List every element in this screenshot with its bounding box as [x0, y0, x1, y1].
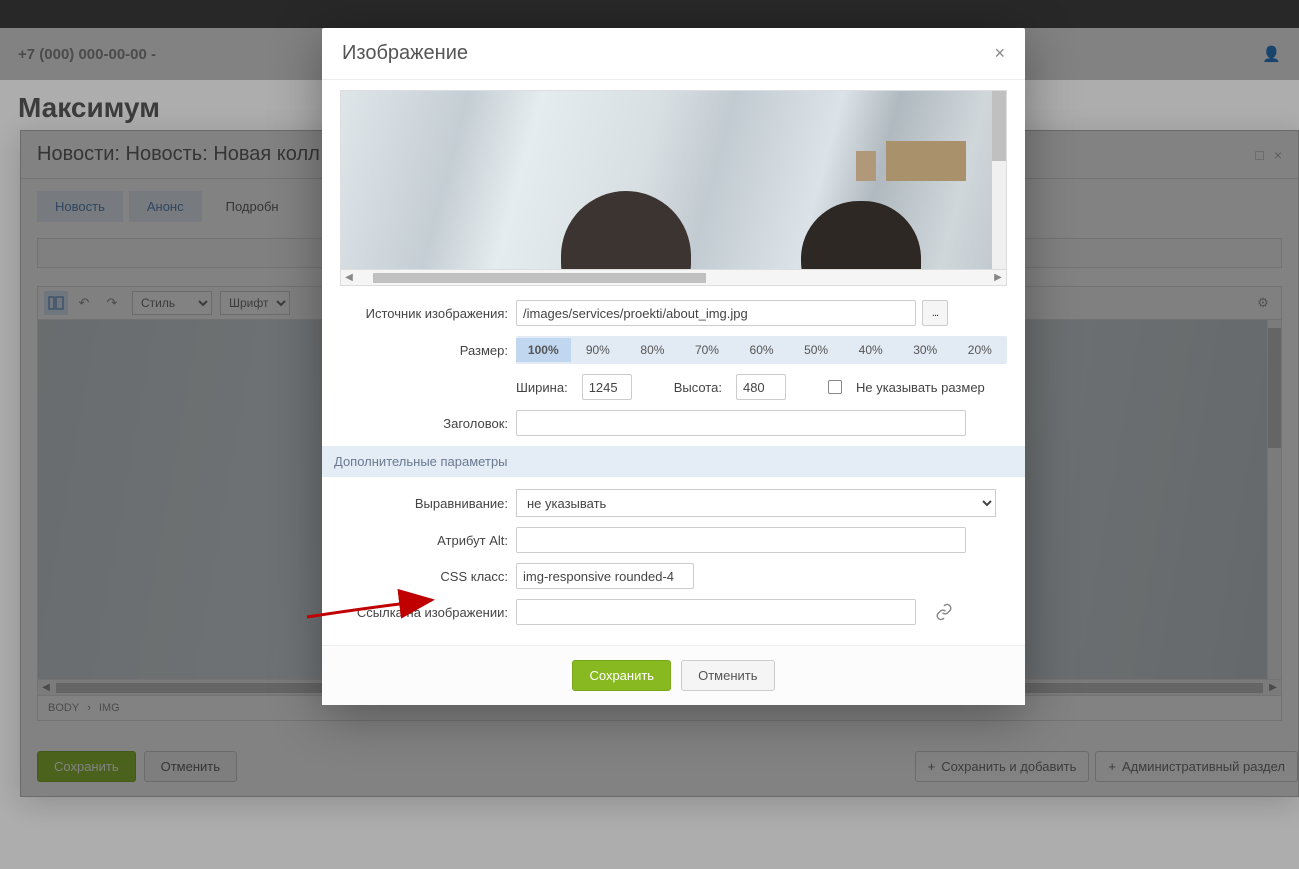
- align-select[interactable]: не указывать: [516, 489, 996, 517]
- dialog-save-button[interactable]: Сохранить: [572, 660, 671, 691]
- size-100[interactable]: 100%: [516, 338, 571, 362]
- dialog-cancel-button[interactable]: Отменить: [681, 660, 774, 691]
- size-label: Размер:: [340, 343, 516, 358]
- alt-input[interactable]: [516, 527, 966, 553]
- width-input[interactable]: [582, 374, 632, 400]
- css-label: CSS класс:: [340, 569, 516, 584]
- align-label: Выравнивание:: [340, 496, 516, 511]
- height-label: Высота:: [674, 380, 722, 395]
- dialog-form: Источник изображения: ... Размер: 100% 9…: [322, 286, 1025, 645]
- link-input[interactable]: [516, 599, 916, 625]
- size-40[interactable]: 40%: [843, 338, 898, 362]
- size-60[interactable]: 60%: [734, 338, 789, 362]
- source-input[interactable]: [516, 300, 916, 326]
- browse-button[interactable]: ...: [922, 300, 948, 326]
- size-50[interactable]: 50%: [789, 338, 844, 362]
- size-30[interactable]: 30%: [898, 338, 953, 362]
- dialog-footer: Сохранить Отменить: [322, 645, 1025, 705]
- source-label: Источник изображения:: [340, 306, 516, 321]
- close-icon[interactable]: ×: [994, 43, 1005, 64]
- size-70[interactable]: 70%: [680, 338, 735, 362]
- image-preview: [340, 90, 1007, 270]
- dialog-header: Изображение ×: [322, 28, 1025, 80]
- height-input[interactable]: [736, 374, 786, 400]
- link-label: Ссылка на изображении:: [340, 605, 516, 620]
- extra-params-header: Дополнительные параметры: [322, 446, 1025, 477]
- nosize-label: Не указывать размер: [856, 380, 985, 395]
- heading-input[interactable]: [516, 410, 966, 436]
- heading-label: Заголовок:: [340, 416, 516, 431]
- nosize-checkbox[interactable]: [828, 380, 842, 394]
- size-80[interactable]: 80%: [625, 338, 680, 362]
- size-90[interactable]: 90%: [571, 338, 626, 362]
- dialog-title: Изображение: [342, 42, 468, 65]
- width-label: Ширина:: [516, 380, 568, 395]
- css-class-input[interactable]: [516, 563, 694, 589]
- image-dialog: Изображение × ◀▶ Источник изображения: .…: [322, 28, 1025, 705]
- link-icon[interactable]: [932, 600, 956, 624]
- preview-horizontal-scrollbar[interactable]: ◀▶: [340, 270, 1007, 286]
- size-strip: 100% 90% 80% 70% 60% 50% 40% 30% 20%: [516, 336, 1007, 364]
- alt-label: Атрибут Alt:: [340, 533, 516, 548]
- preview-vertical-scrollbar[interactable]: [992, 91, 1006, 269]
- size-20[interactable]: 20%: [953, 338, 1008, 362]
